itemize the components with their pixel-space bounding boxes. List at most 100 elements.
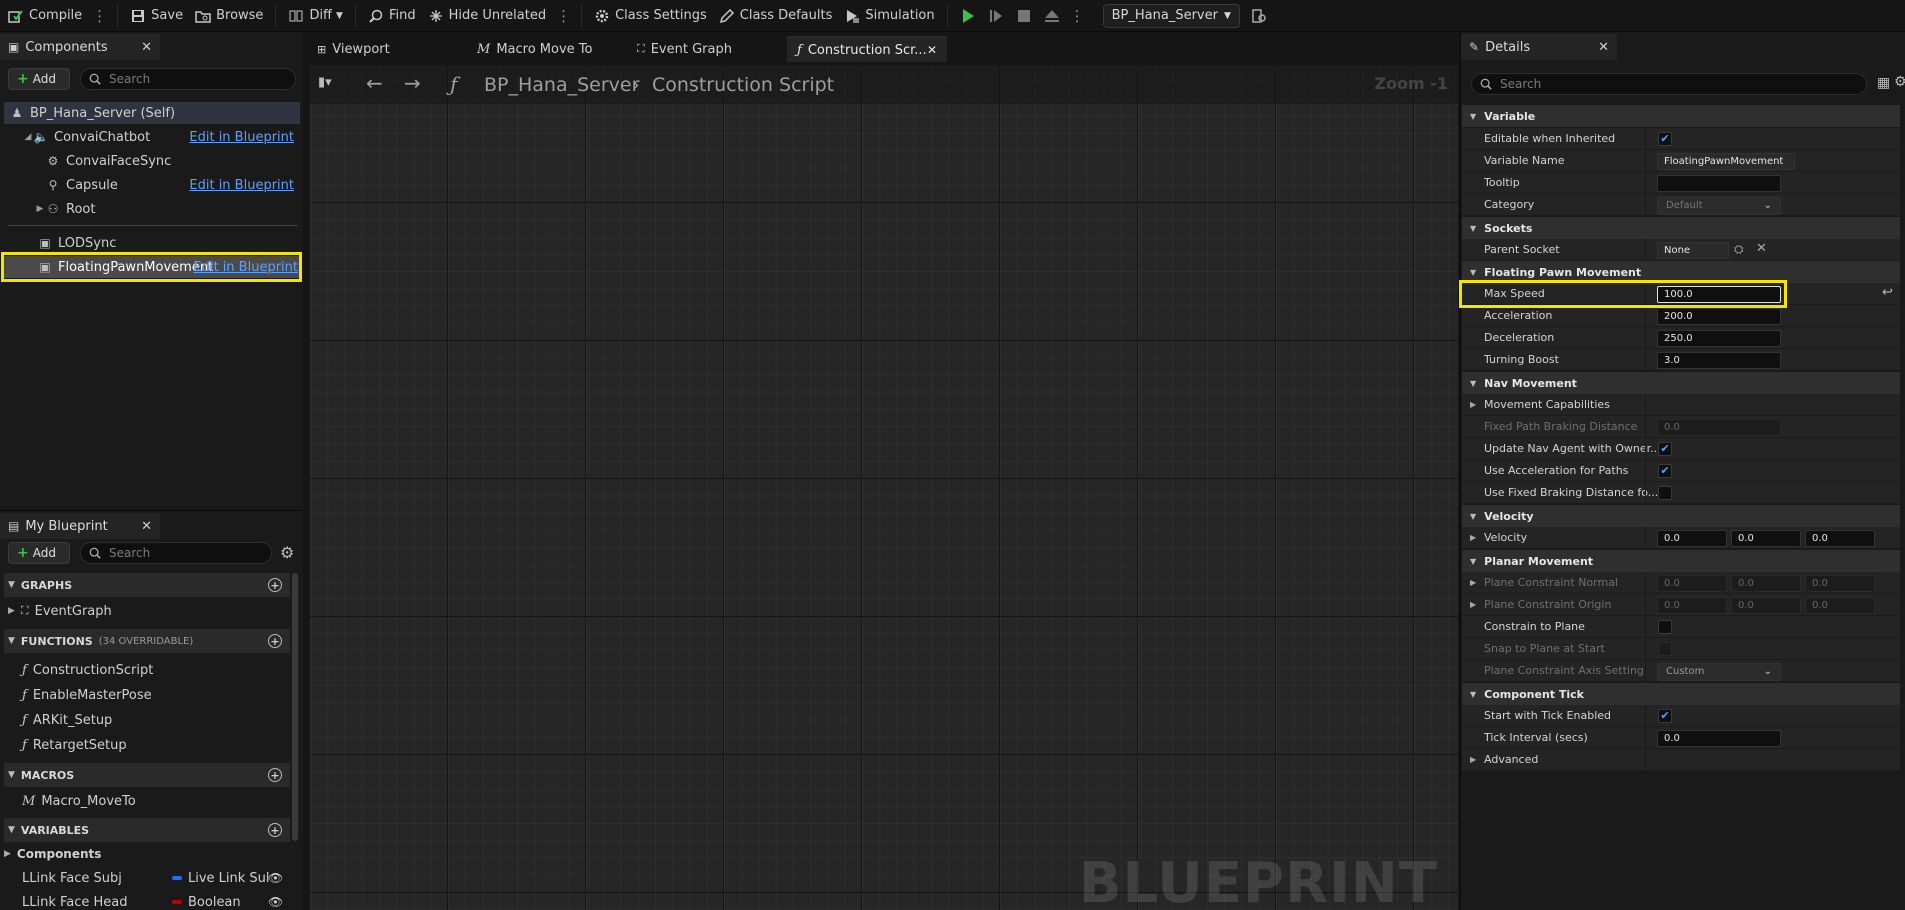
expand-arrow-icon[interactable]: ▶ [34,204,46,214]
expand-arrow-icon[interactable]: ▶ [8,606,15,616]
velocity-x-field[interactable]: 0.0 [1657,530,1727,547]
category-dropdown[interactable]: Default ⌄ [1657,197,1781,215]
checkbox-use-accel[interactable]: ✔ [1658,464,1672,478]
browse-button[interactable]: Browse [189,0,269,32]
checkbox-start-tick[interactable]: ✔ [1658,709,1672,723]
macros-section-header[interactable]: ▼ MACROS + [4,763,290,787]
bookmark-icon[interactable]: ▮▾ [318,75,332,90]
expand-arrow-icon[interactable]: ▶ [4,849,11,859]
back-arrow-icon[interactable]: ← [366,71,383,95]
save-button[interactable]: Save [124,0,189,32]
browse-socket-icon[interactable]: ⛭ [1734,242,1744,257]
section-nav-movement[interactable]: ▼ Nav Movement [1462,372,1900,394]
close-icon[interactable]: ✕ [927,43,937,57]
variable-item-llink-face-subj[interactable]: LLink Face Subj Live Link Sul 👁 [22,867,292,889]
close-icon[interactable]: ✕ [1598,40,1609,55]
variable-item-llink-face-head[interactable]: LLink Face Head Boolean 👁 [22,891,292,910]
component-row-capsule[interactable]: ⚲ Capsule Edit in Blueprint [0,174,300,196]
debug-object-dropdown[interactable]: BP_Hana_Server ▼ [1102,3,1240,28]
function-item-constructionscript[interactable]: ƒ ConstructionScript [22,659,153,681]
collapse-arrow-icon[interactable]: ◢ [22,132,34,142]
graph-item-eventgraph[interactable]: ▶ ⛶ EventGraph [8,600,112,622]
play-icon[interactable] [955,3,981,29]
max-speed-field[interactable]: 100.0 [1657,286,1781,303]
components-search-input[interactable]: Search [80,68,296,90]
section-planar-movement[interactable]: ▼ Planar Movement [1462,550,1900,572]
hide-unrelated-button[interactable]: Hide Unrelated [422,0,553,32]
checkbox-update-nav[interactable]: ✔ [1658,442,1672,456]
gear-icon[interactable]: ⚙ [280,543,294,562]
row-movement-capabilities[interactable]: ▶ Movement Capabilities [1462,394,1900,416]
turning-boost-field[interactable]: 3.0 [1657,352,1781,369]
class-settings-button[interactable]: Class Settings [588,0,713,32]
gear-icon[interactable]: ⚙ [1894,74,1905,90]
checkbox-editable-inherited[interactable]: ✔ [1658,132,1672,146]
add-graph-icon[interactable]: + [268,578,282,592]
stop-icon[interactable] [1011,3,1037,29]
variable-name-field[interactable]: FloatingPawnMovement [1657,153,1795,170]
my-blueprint-search-input[interactable]: Search [80,542,272,564]
functions-section-header[interactable]: ▼ FUNCTIONS (34 OVERRIDABLE) + [4,629,290,653]
section-component-tick[interactable]: ▼ Component Tick [1462,683,1900,705]
expand-arrow-icon[interactable]: ▶ [1470,533,1476,542]
expand-arrow-icon[interactable]: ▶ [1470,578,1476,587]
play-options-icon[interactable]: ⋮ [1066,7,1089,25]
deceleration-field[interactable]: 250.0 [1657,330,1781,347]
add-macro-icon[interactable]: + [268,768,282,782]
velocity-z-field[interactable]: 0.0 [1805,530,1875,547]
velocity-y-field[interactable]: 0.0 [1731,530,1801,547]
function-item-enablemasterpose[interactable]: ƒ EnableMasterPose [22,684,152,706]
eye-icon[interactable]: 👁 [268,871,283,885]
edit-in-blueprint-link[interactable]: Edit in Blueprint [193,260,298,275]
section-floating-pawn-movement[interactable]: ▼ Floating Pawn Movement [1462,261,1900,283]
hide-unrelated-options-icon[interactable]: ⋮ [552,7,575,25]
edit-in-blueprint-link[interactable]: Edit in Blueprint [189,130,294,145]
debug-filter-icon[interactable] [1246,3,1272,29]
component-row-self[interactable]: ♟ BP_Hana_Server (Self) [4,102,300,124]
component-row-floatingpawnmovement[interactable]: ▣ FloatingPawnMovement Edit in Blueprint [4,256,300,278]
compile-button[interactable]: Compile [0,0,88,32]
function-item-arkit-setup[interactable]: ƒ ARKit_Setup [22,709,112,731]
component-row-lodsync[interactable]: ▣ LODSync [0,232,300,254]
variables-section-header[interactable]: ▼ VARIABLES + [4,818,290,842]
row-advanced[interactable]: ▶ Advanced [1462,749,1900,771]
tooltip-field[interactable] [1657,175,1781,192]
checkbox-use-fixed[interactable] [1658,486,1672,500]
expand-arrow-icon[interactable]: ▶ [1470,600,1476,609]
table-view-icon[interactable]: ▦ [1877,75,1890,91]
components-tab[interactable]: ▣ Components ✕ [0,34,160,60]
close-icon[interactable]: ✕ [141,40,152,55]
tab-macro-move-to[interactable]: M Macro Move To [467,36,602,62]
diff-button[interactable]: Diff ▼ [282,0,349,32]
parent-socket-field[interactable]: None [1657,242,1729,259]
section-velocity[interactable]: ▼ Velocity [1462,505,1900,527]
add-variable-icon[interactable]: + [268,823,282,837]
reset-to-default-icon[interactable]: ↩ [1882,285,1893,300]
find-button[interactable]: Find [362,0,422,32]
breadcrumb-blueprint[interactable]: BP_Hana_Server [484,74,639,96]
class-defaults-button[interactable]: Class Defaults [713,0,839,32]
component-row-convaichatbot[interactable]: ◢ 🔈 ConvaiChatbot Edit in Blueprint [0,126,300,148]
eject-icon[interactable] [1039,3,1065,29]
tab-construction-script[interactable]: ƒ Construction Scr... ✕ [787,36,947,62]
edit-in-blueprint-link[interactable]: Edit in Blueprint [189,178,294,193]
my-blueprint-tab[interactable]: ▤ My Blueprint ✕ [0,513,160,539]
acceleration-field[interactable]: 200.0 [1657,308,1781,325]
add-component-button[interactable]: + Add [8,68,70,90]
forward-arrow-icon[interactable]: → [404,71,421,95]
variable-group-components[interactable]: ▶ Components [4,843,101,865]
step-icon[interactable] [983,3,1009,29]
add-member-button[interactable]: + Add [8,542,70,564]
section-sockets[interactable]: ▼ Sockets [1462,217,1900,239]
function-item-retargetsetup[interactable]: ƒ RetargetSetup [22,734,127,756]
section-variable[interactable]: ▼ Variable [1462,105,1900,127]
component-row-root[interactable]: ▶ ⚇ Root [0,198,300,220]
compile-options-icon[interactable]: ⋮ [88,7,111,25]
details-search-input[interactable]: Search [1471,73,1867,95]
details-tab[interactable]: ✎ Details ✕ [1461,34,1617,60]
clear-icon[interactable]: ✕ [1756,241,1767,256]
checkbox-constrain-plane[interactable] [1658,620,1672,634]
graph-canvas[interactable]: ▮▾ ← → ƒ BP_Hana_Server › Construction S… [310,64,1458,910]
tab-event-graph[interactable]: ⛶ Event Graph [627,36,742,62]
add-function-icon[interactable]: + [268,634,282,648]
